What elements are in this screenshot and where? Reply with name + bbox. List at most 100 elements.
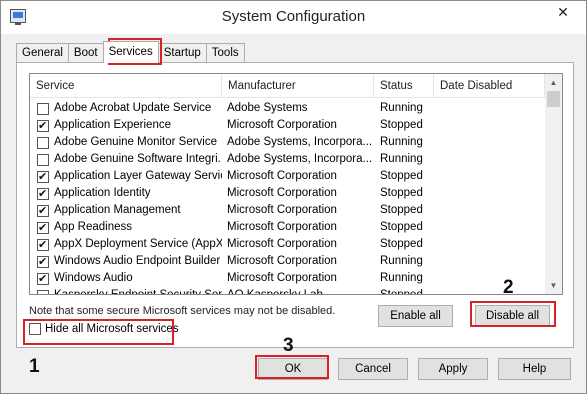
status-cell: Stopped xyxy=(380,119,423,131)
service-name: Application Layer Gateway Service xyxy=(54,170,222,182)
help-label: Help xyxy=(522,363,547,375)
table-row[interactable]: Application Identity Microsoft Corporatio… xyxy=(30,185,545,202)
service-cell: Application Layer Gateway Service xyxy=(30,168,222,185)
enable-all-button[interactable]: Enable all xyxy=(378,305,453,327)
manufacturer-cell: Microsoft Corporation xyxy=(227,170,337,182)
service-checkbox[interactable] xyxy=(37,203,49,219)
manufacturer-cell: Adobe Systems xyxy=(227,102,308,114)
service-checkbox[interactable] xyxy=(37,102,49,115)
manufacturer-cell: Microsoft Corporation xyxy=(227,119,337,131)
tab-startup[interactable]: Startup xyxy=(157,43,207,63)
secure-services-note: Note that some secure Microsoft services… xyxy=(29,305,336,317)
column-header-status[interactable]: Status xyxy=(374,74,434,98)
service-name: Application Experience xyxy=(54,119,171,131)
service-checkbox[interactable] xyxy=(37,153,49,166)
table-row[interactable]: AppX Deployment Service (AppX... Microsof… xyxy=(30,236,545,253)
service-cell: Application Management xyxy=(30,202,222,219)
table-row[interactable]: Windows Audio Microsoft Corporation Runnin… xyxy=(30,270,545,287)
system-configuration-window: System Configuration ✕ General Boot Serv… xyxy=(0,0,587,394)
status-cell: Running xyxy=(380,272,423,284)
service-name: App Readiness xyxy=(54,221,132,233)
service-name: AppX Deployment Service (AppX... xyxy=(54,238,222,250)
scroll-up-icon[interactable]: ▲ xyxy=(545,74,562,91)
service-cell: App Readiness xyxy=(30,219,222,236)
tab-tools[interactable]: Tools xyxy=(205,43,245,63)
tab-strip: General Boot Services Startup Tools xyxy=(16,41,245,63)
highlight-disable-all xyxy=(470,301,556,327)
status-cell: Stopped xyxy=(380,238,423,250)
status-cell: Stopped xyxy=(380,221,423,233)
manufacturer-cell: Adobe Systems, Incorpora... xyxy=(227,136,373,148)
window-title: System Configuration xyxy=(221,8,366,25)
service-name: Windows Audio Endpoint Builder xyxy=(54,255,221,267)
apply-label: Apply xyxy=(438,363,468,375)
tab-general[interactable]: General xyxy=(16,43,69,63)
table-row[interactable]: Kaspersky Endpoint Security Ser... AO Kas… xyxy=(30,287,545,295)
service-cell: Windows Audio Endpoint Builder xyxy=(30,253,222,270)
table-row[interactable]: App Readiness Microsoft Corporation Stoppe… xyxy=(30,219,545,236)
manufacturer-cell: Microsoft Corporation xyxy=(227,238,337,250)
status-cell: Running xyxy=(380,153,423,165)
tab-boot[interactable]: Boot xyxy=(67,43,104,63)
manufacturer-cell: Microsoft Corporation xyxy=(227,221,337,233)
service-cell: Application Experience xyxy=(30,117,222,134)
service-name: Application Management xyxy=(54,204,181,216)
service-checkbox[interactable] xyxy=(37,289,49,294)
status-cell: Running xyxy=(380,136,423,148)
service-checkbox[interactable] xyxy=(37,136,49,149)
service-checkbox[interactable] xyxy=(37,186,49,202)
service-name: Kaspersky Endpoint Security Ser... xyxy=(54,289,222,295)
manufacturer-cell: Microsoft Corporation xyxy=(227,272,337,284)
close-icon[interactable]: ✕ xyxy=(546,1,580,23)
step-number-2: 2 xyxy=(503,277,514,298)
apply-button[interactable]: Apply xyxy=(418,358,488,380)
table-row[interactable]: Adobe Acrobat Update Service Adobe System… xyxy=(30,100,545,117)
list-header: Service Manufacturer Status Date Disable… xyxy=(30,74,545,98)
table-row[interactable]: Application Layer Gateway Service Microso… xyxy=(30,168,545,185)
help-button[interactable]: Help xyxy=(498,358,571,380)
status-cell: Running xyxy=(380,102,423,114)
service-cell: Adobe Genuine Monitor Service xyxy=(30,134,222,151)
table-row[interactable]: Adobe Genuine Software Integri... Adobe S… xyxy=(30,151,545,168)
service-cell: Adobe Acrobat Update Service xyxy=(30,100,222,117)
tab-services[interactable]: Services xyxy=(102,41,159,63)
service-checkbox[interactable] xyxy=(37,271,49,287)
column-header-date-disabled[interactable]: Date Disabled xyxy=(434,74,545,98)
column-header-service[interactable]: Service xyxy=(30,74,222,98)
status-cell: Stopped xyxy=(380,289,423,295)
service-checkbox[interactable] xyxy=(37,254,49,270)
service-cell: Kaspersky Endpoint Security Ser... xyxy=(30,287,222,295)
service-name: Windows Audio xyxy=(54,272,133,284)
column-header-manufacturer[interactable]: Manufacturer xyxy=(222,74,374,98)
cancel-button[interactable]: Cancel xyxy=(338,358,408,380)
vertical-scrollbar[interactable]: ▲ ▼ xyxy=(545,74,562,294)
status-cell: Stopped xyxy=(380,187,423,199)
service-cell: Windows Audio xyxy=(30,270,222,287)
service-name: Adobe Genuine Software Integri... xyxy=(54,153,222,165)
table-row[interactable]: Adobe Genuine Monitor Service Adobe Syste… xyxy=(30,134,545,151)
list-body: Adobe Acrobat Update Service Adobe System… xyxy=(30,100,545,295)
table-row[interactable]: Windows Audio Endpoint Builder Microsoft … xyxy=(30,253,545,270)
service-cell: AppX Deployment Service (AppX... xyxy=(30,236,222,253)
highlight-ok xyxy=(255,355,329,379)
table-row[interactable]: Application Experience Microsoft Corporat… xyxy=(30,117,545,134)
services-list[interactable]: Service Manufacturer Status Date Disable… xyxy=(29,73,563,295)
step-number-1: 1 xyxy=(29,356,40,377)
service-cell: Application Identity xyxy=(30,185,222,202)
title-bar: System Configuration ✕ xyxy=(1,1,586,34)
scrollbar-thumb[interactable] xyxy=(547,91,560,107)
service-cell: Adobe Genuine Software Integri... xyxy=(30,151,222,168)
highlight-hide-microsoft xyxy=(23,319,174,345)
status-cell: Stopped xyxy=(380,204,423,216)
status-cell: Running xyxy=(380,255,423,267)
manufacturer-cell: Adobe Systems, Incorpora... xyxy=(227,153,373,165)
service-checkbox[interactable] xyxy=(37,169,49,185)
scroll-down-icon[interactable]: ▼ xyxy=(545,277,562,294)
step-number-3: 3 xyxy=(283,335,294,356)
service-checkbox[interactable] xyxy=(37,118,49,134)
service-name: Adobe Genuine Monitor Service xyxy=(54,136,218,148)
service-checkbox[interactable] xyxy=(37,220,49,236)
service-name: Application Identity xyxy=(54,187,151,199)
table-row[interactable]: Application Management Microsoft Corporat… xyxy=(30,202,545,219)
service-checkbox[interactable] xyxy=(37,237,49,253)
